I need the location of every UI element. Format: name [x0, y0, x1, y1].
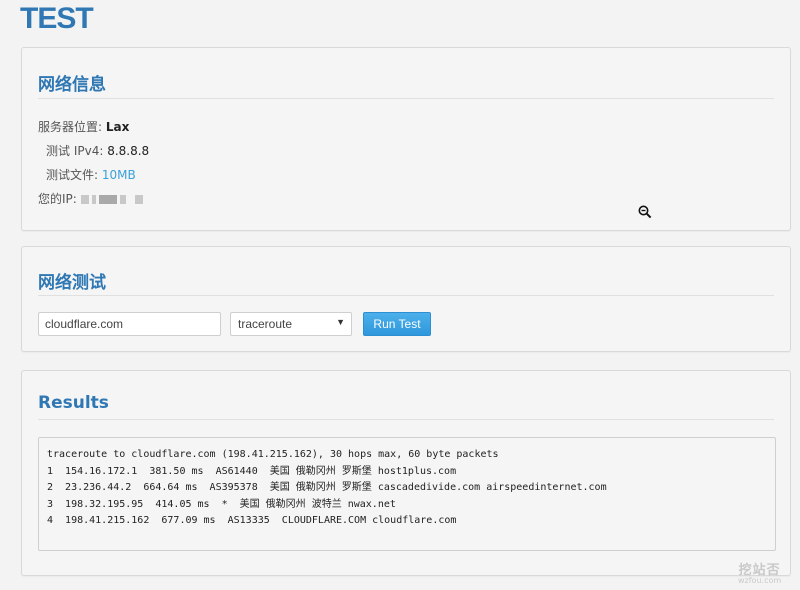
zoom-out-icon[interactable] — [638, 205, 652, 219]
network-info-panel: 网络信息 服务器位置: Lax 测试 IPv4: 8.8.8.8 测试文件: 1… — [21, 47, 791, 231]
your-ip-label: 您的IP: — [38, 192, 77, 206]
watermark-sub: wzfou.com — [738, 576, 782, 585]
run-test-button[interactable]: Run Test — [363, 312, 431, 336]
ipv4-row: 测试 IPv4: 8.8.8.8 — [46, 142, 149, 159]
ipv4-label: 测试 IPv4: — [46, 144, 104, 158]
result-line: 4 198.41.215.162 677.09 ms AS13335 CLOUD… — [47, 515, 457, 526]
chevron-down-icon: ▼ — [336, 317, 345, 327]
test-file-row: 测试文件: 10MB — [46, 166, 136, 183]
host-input[interactable] — [38, 312, 221, 336]
divider — [38, 419, 774, 420]
result-line: traceroute to cloudflare.com (198.41.215… — [47, 449, 499, 460]
test-file-link[interactable]: 10MB — [102, 168, 136, 182]
page-title: TEST — [20, 2, 94, 35]
results-output: traceroute to cloudflare.com (198.41.215… — [38, 437, 776, 551]
server-location-label: 服务器位置: — [38, 120, 103, 134]
results-heading: Results — [38, 393, 109, 413]
server-location-value: Lax — [105, 120, 130, 134]
results-panel: Results traceroute to cloudflare.com (19… — [21, 370, 791, 576]
result-line: 3 198.32.195.95 414.05 ms * 美国 俄勒冈州 波特兰 … — [47, 498, 396, 510]
watermark: 挖站否 wzfou.com — [738, 559, 781, 585]
ipv4-value: 8.8.8.8 — [107, 144, 150, 158]
server-location-row: 服务器位置: Lax — [38, 118, 129, 135]
network-test-panel: 网络测试 traceroute ▼ Run Test — [21, 246, 791, 352]
result-line: 1 154.16.172.1 381.50 ms AS61440 美国 俄勒冈州… — [47, 465, 457, 477]
divider — [38, 98, 774, 99]
method-selected-value: traceroute — [238, 317, 293, 331]
network-info-heading: 网络信息 — [38, 75, 106, 95]
divider — [38, 295, 774, 296]
your-ip-redacted — [80, 192, 146, 206]
test-file-label: 测试文件: — [46, 168, 99, 182]
your-ip-row: 您的IP: — [38, 190, 146, 207]
network-test-heading: 网络测试 — [38, 273, 106, 293]
method-select[interactable]: traceroute ▼ — [230, 312, 352, 336]
result-line: 2 23.236.44.2 664.64 ms AS395378 美国 俄勒冈州… — [47, 482, 607, 493]
